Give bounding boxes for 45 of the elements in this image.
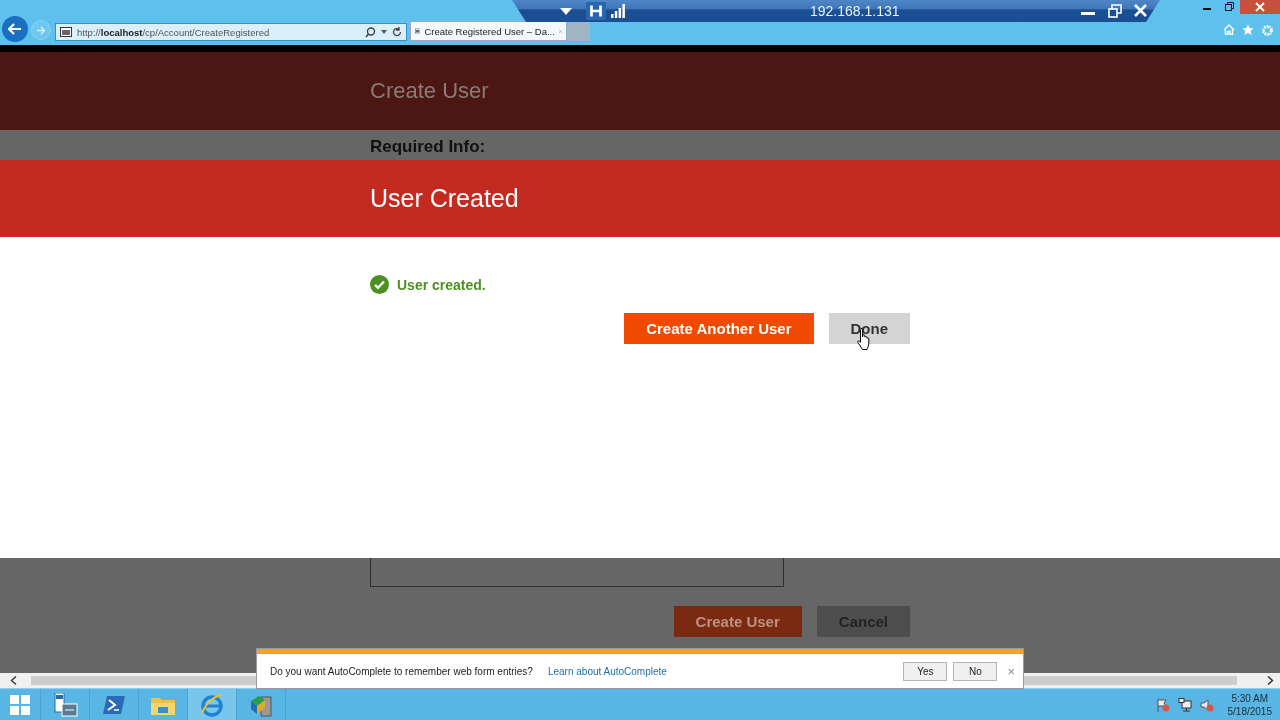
network-icon[interactable]	[1177, 697, 1192, 712]
learn-more-link[interactable]: Learn about AutoComplete	[547, 665, 667, 677]
server-toolbox-icon[interactable]	[52, 692, 78, 717]
prompt-button[interactable]: Yes	[903, 661, 948, 681]
close-button[interactable]: ×	[1007, 663, 1015, 679]
remote-host-address: 192.168.1.131	[810, 3, 900, 19]
minimize-icon[interactable]	[1081, 12, 1095, 16]
pin-icon[interactable]	[586, 2, 606, 20]
flag-error-icon[interactable]	[1155, 697, 1170, 712]
favorites-star-icon[interactable]	[1242, 24, 1254, 36]
section-heading: Required Info:	[370, 137, 487, 157]
back-arrow-icon	[8, 23, 22, 35]
restore-icon[interactable]	[1108, 4, 1122, 18]
page-icon	[415, 26, 421, 36]
scroll-right-icon[interactable]	[1267, 676, 1274, 685]
done-button[interactable]: Done	[828, 313, 910, 344]
back-button[interactable]	[2, 16, 28, 42]
windows-logo-icon	[10, 694, 30, 715]
create-user-button[interactable]: Create User	[673, 606, 802, 637]
terminal-icon[interactable]	[103, 695, 125, 714]
signal-strength-icon	[611, 4, 625, 18]
search-icon[interactable]	[365, 26, 376, 38]
dropdown-caret-icon[interactable]	[560, 8, 572, 15]
refresh-icon[interactable]	[392, 27, 402, 37]
autocomplete-prompt: Do you want AutoComplete to remember web form entries?	[270, 665, 533, 677]
create-another-button[interactable]: Create Another User	[624, 313, 814, 344]
input-field[interactable]	[370, 558, 784, 587]
address-text: http://localhost/cp/Account/CreateRegistered	[77, 26, 271, 38]
close-icon[interactable]	[1134, 4, 1147, 17]
clock-time[interactable]: 5:30 AM	[1231, 691, 1269, 705]
dropdown-caret-icon[interactable]	[381, 30, 387, 34]
browser-tab[interactable]: Create Registered User – Da...	[410, 21, 567, 41]
speaker-muted-icon[interactable]	[1199, 697, 1214, 712]
success-message: User created.	[397, 276, 486, 293]
page-icon	[60, 27, 72, 37]
tab-title: Create Registered User – Da...	[424, 25, 555, 37]
close-icon[interactable]	[1240, 0, 1280, 14]
scroll-left-icon[interactable]	[10, 676, 17, 685]
page-title: Create User	[370, 78, 489, 104]
forward-arrow-icon	[36, 25, 46, 35]
success-check-icon	[370, 275, 389, 294]
prompt-button[interactable]: No	[953, 661, 998, 681]
dialog-title: User Created	[370, 184, 519, 213]
address-field[interactable]: http://localhost/cp/Account/CreateRegistered	[55, 23, 407, 41]
clock-date[interactable]: 5/18/2015	[1227, 704, 1272, 718]
